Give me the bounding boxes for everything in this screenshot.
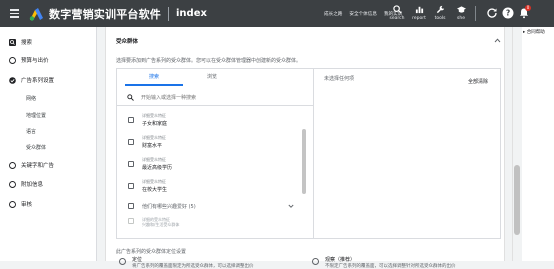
radio-outline-icon	[9, 56, 16, 64]
audience-search-input[interactable]	[141, 92, 301, 104]
checkbox[interactable]	[128, 183, 134, 189]
sidebar-subitem-audience[interactable]: 受众群体	[26, 144, 46, 151]
check-circle-icon	[9, 76, 16, 84]
notification-badge: 0	[525, 5, 531, 11]
radio-outline-icon	[9, 200, 16, 208]
checkbox[interactable]	[128, 203, 134, 209]
audience-option[interactable]: 详细受众特征 最近高级学历	[128, 155, 298, 175]
radio-title: 定位	[132, 257, 143, 263]
option-path: 详细受众特征	[142, 157, 166, 162]
sidebar-item-keywords-ads[interactable]: 关键字和广告	[0, 160, 97, 170]
radio-outline-icon	[9, 161, 16, 169]
sidebar-item-label: 审核	[21, 202, 33, 208]
page-name: index	[176, 8, 207, 19]
sidebar-subitem-network[interactable]: 网络	[26, 95, 36, 102]
sidebar-subitem-location[interactable]: 地理位置	[26, 112, 46, 119]
report-tool-button[interactable]: report	[408, 3, 430, 25]
svg-text:?: ?	[506, 9, 510, 18]
radio-button[interactable]	[312, 258, 319, 265]
tab-browse[interactable]: 浏览	[183, 69, 241, 86]
sidebar-item-label: 搜索	[21, 40, 33, 46]
link-growth-path[interactable]: 成长之路	[324, 11, 342, 17]
sidebar-item-search[interactable]: 搜索	[0, 37, 97, 47]
sidebar-item-extensions[interactable]: 附加信息	[0, 179, 97, 189]
title-divider	[168, 6, 169, 21]
picker-right-pane: 未选择任何项 全部清除	[315, 69, 500, 238]
selected-items-status: 未选择任何项	[324, 76, 355, 82]
card-title: 受众群体	[116, 39, 139, 45]
audience-card: 受众群体 选择要添加到广告系列的受众群体。您可以在受众群体管理器中创建新的受众群…	[105, 27, 505, 269]
checkbox	[128, 218, 134, 224]
refresh-icon[interactable]	[486, 7, 498, 19]
chevron-down-icon[interactable]	[288, 203, 294, 209]
targeting-setting-title: 此广告系列的受众群体定位设置	[116, 249, 187, 255]
sidebar-item-label: 预算与出价	[21, 58, 49, 64]
radio-observation[interactable]: 观察（推荐） 不限定广告系列的覆盖面，可以选择调整针对所选受众群体的出价	[312, 256, 502, 269]
sidebar: 搜索 预算与出价 广告系列设置 网络 地理位置 语言 受众群体 关键字和广告 附…	[0, 27, 97, 261]
card-description: 选择要添加到广告系列的受众群体。您可以在受众群体管理器中创建新的受众群体。	[116, 58, 302, 64]
sidebar-item-campaign-settings[interactable]: 广告系列设置	[0, 75, 97, 85]
faded-option-label: 兴趣和/生活受众群体	[142, 222, 180, 227]
sidebar-item-label: 附加信息	[21, 182, 44, 188]
audience-option[interactable]: 详细受众特征 财富水平	[128, 133, 298, 153]
option-path: 详细受众特征	[142, 179, 166, 184]
search-icon	[127, 94, 134, 101]
clear-all-button[interactable]: 全部清除	[468, 78, 488, 85]
tab-search[interactable]: 搜索	[125, 69, 183, 86]
search-square-icon	[9, 38, 16, 46]
graduation-cap-icon	[456, 6, 466, 13]
radio-title: 观察（推荐）	[325, 257, 356, 263]
search-icon	[392, 5, 402, 14]
audience-picker: 搜索 浏览 详细受众特征 子女和家庭 详细受众特征 财富水平	[116, 68, 501, 239]
chevron-up-icon[interactable]	[494, 37, 501, 44]
sidebar-item-label: 广告系列设置	[21, 78, 55, 84]
search-row	[117, 90, 313, 106]
faded-option: 详细的受众特征 兴趣和/生活受众群体	[128, 216, 303, 227]
option-label: 在校大学生	[142, 187, 168, 193]
toolbar-divider	[475, 6, 476, 21]
picker-left-pane: 搜索 浏览 详细受众特征 子女和家庭 详细受众特征 财富水平	[117, 69, 314, 238]
tools-tool-button[interactable]: tools	[429, 3, 451, 25]
radio-description: 不限定广告系列的覆盖面，可以选择调整针对所选受众群体的出价	[325, 264, 456, 269]
audience-option[interactable]: 详细受众特征 在校大学生	[128, 177, 298, 197]
option-label: 子女和家庭	[142, 121, 168, 127]
report-icon	[415, 6, 423, 14]
option-path: 详细受众特征	[142, 135, 166, 140]
window-edge-strip	[545, 0, 554, 27]
checkbox[interactable]	[128, 161, 134, 167]
sidebar-item-budget[interactable]: 预算与出价	[0, 55, 97, 65]
sidebar-subitem-language[interactable]: 语言	[26, 128, 36, 135]
option-label: 最近高级学历	[142, 165, 173, 171]
expandable-option-label: 他们有哪些兴趣爱好 (5)	[142, 204, 196, 210]
help-panel: ▸ 合同帮助	[522, 27, 554, 261]
option-path: 详细受众特征	[142, 113, 166, 118]
checkbox[interactable]	[128, 117, 134, 123]
option-label: 财富水平	[142, 143, 163, 149]
checkbox[interactable]	[128, 139, 134, 145]
radio-button[interactable]	[119, 258, 126, 265]
hamburger-menu-icon[interactable]	[5, 0, 23, 27]
radio-targeting[interactable]: 定位 将广告系列的覆盖面限定为所选受众群体，可以选择调整出价	[119, 256, 309, 269]
main-scrollbar-thumb[interactable]	[514, 165, 520, 235]
she-tool-button[interactable]: she	[450, 3, 472, 25]
app-title: 数字营销实训平台软件	[49, 7, 161, 21]
help-panel-label[interactable]: ▸ 合同帮助	[523, 29, 545, 35]
radio-description: 将广告系列的覆盖面限定为所选受众群体，可以选择调整出价	[132, 264, 254, 269]
expandable-option[interactable]: 他们有哪些兴趣爱好 (5)	[128, 199, 303, 213]
audience-option[interactable]: 详细受众特征 子女和家庭	[128, 111, 298, 131]
top-app-bar: 数字营销实训平台软件 index 成长之路 安全个体信息 我的实训 search…	[0, 0, 554, 27]
link-account-info[interactable]: 安全个体信息	[349, 11, 377, 17]
sidebar-item-review[interactable]: 审核	[0, 199, 97, 209]
radio-outline-icon	[9, 180, 16, 188]
sidebar-item-label: 关键字和广告	[21, 163, 55, 169]
main-content: 受众群体 选择要添加到广告系列的受众群体。您可以在受众群体管理器中创建新的受众群…	[97, 27, 512, 269]
search-tool-button[interactable]: search	[386, 3, 408, 25]
list-scrollbar-thumb[interactable]	[302, 129, 306, 194]
help-icon[interactable]: ?	[502, 7, 514, 19]
wrench-icon	[436, 5, 444, 14]
google-ads-logo-icon	[29, 7, 43, 21]
